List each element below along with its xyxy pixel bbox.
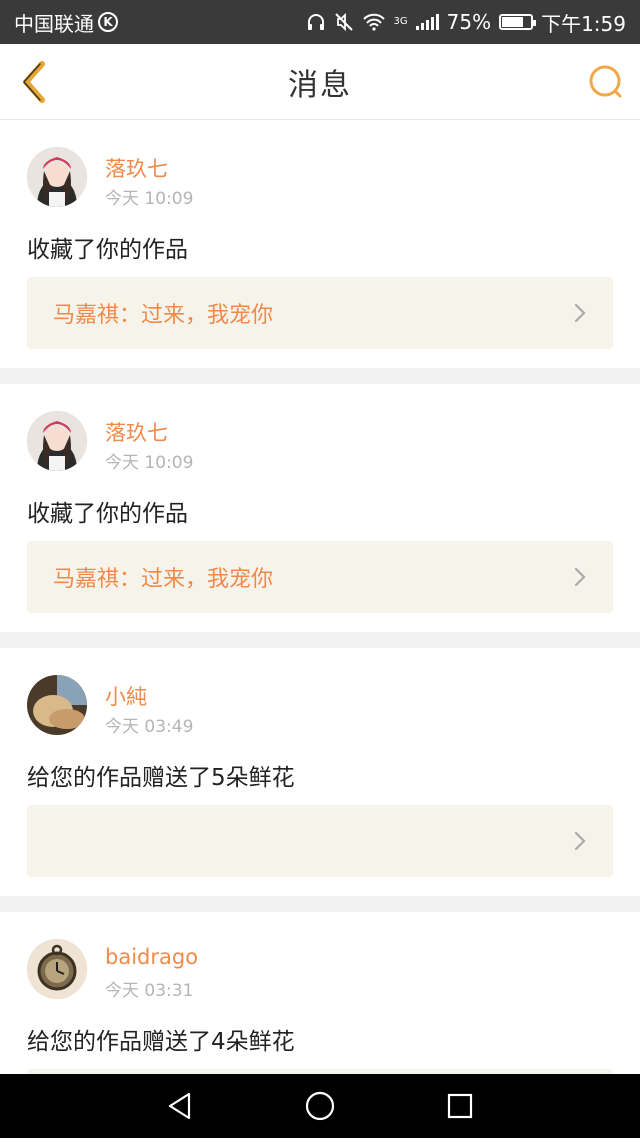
username[interactable]: 落玖七 — [105, 153, 168, 183]
network-type: 3G — [393, 15, 408, 27]
girl-avatar-icon — [27, 411, 87, 471]
work-title: 马嘉祺：过来，我宠你 — [53, 303, 274, 328]
recents-nav-button[interactable] — [440, 1086, 480, 1126]
timestamp: 今天 10:09 — [105, 453, 194, 473]
avatar[interactable] — [27, 675, 87, 735]
work-title: 马嘉祺：过来，我宠你 — [53, 567, 274, 592]
action-text: 给您的作品赠送了5朵鲜花 — [27, 765, 295, 791]
back-triangle-icon — [168, 1092, 191, 1120]
avatar[interactable] — [27, 147, 87, 207]
chevron-right-icon — [574, 567, 586, 587]
separator — [0, 368, 640, 384]
separator — [0, 896, 640, 912]
username[interactable]: 落玖七 — [105, 417, 168, 447]
home-nav-button[interactable] — [300, 1086, 340, 1126]
work-link[interactable] — [27, 805, 613, 877]
timestamp: 今天 10:09 — [105, 189, 194, 209]
back-nav-button[interactable] — [160, 1086, 200, 1126]
message-item[interactable]: baidrago 今天 03:31 给您的作品赠送了4朵鲜花 — [0, 912, 640, 1074]
username[interactable]: 小純 — [105, 681, 147, 711]
girl-avatar-icon — [27, 147, 87, 207]
page-title: 消息 — [288, 67, 352, 103]
action-text: 给您的作品赠送了4朵鲜花 — [27, 1029, 295, 1055]
back-button[interactable] — [14, 58, 54, 106]
chevron-right-icon — [574, 831, 586, 851]
chevron-left-icon — [23, 61, 45, 103]
header: 消息 — [0, 44, 640, 120]
message-item[interactable]: 落玖七 今天 10:09 收藏了你的作品 马嘉祺：过来，我宠你 — [0, 120, 640, 368]
work-link[interactable]: 马嘉祺：过来，我宠你 — [27, 541, 613, 613]
action-text: 收藏了你的作品 — [27, 501, 188, 527]
system-nav-bar — [0, 1074, 640, 1138]
message-item[interactable]: 落玖七 今天 10:09 收藏了你的作品 马嘉祺：过来，我宠你 — [0, 384, 640, 632]
clock: 下午1:59 — [541, 11, 626, 36]
chevron-right-icon — [574, 303, 586, 323]
username[interactable]: baidrago — [105, 945, 198, 969]
action-text: 收藏了你的作品 — [27, 237, 188, 263]
recents-square-icon — [447, 1093, 473, 1119]
search-icon — [589, 65, 622, 98]
signal-icon — [415, 14, 439, 30]
status-bar: 中国联通 K 3G 75% 下午1:59 — [0, 0, 640, 44]
wifi-icon — [362, 13, 385, 31]
message-list[interactable]: 落玖七 今天 10:09 收藏了你的作品 马嘉祺：过来，我宠你 落玖七 今天 1… — [0, 120, 640, 1074]
search-button[interactable] — [586, 62, 626, 102]
battery-percent: 75% — [446, 10, 492, 34]
photo-avatar-icon — [27, 675, 87, 735]
timestamp: 今天 03:31 — [105, 981, 194, 1001]
carrier-badge-icon: K — [98, 12, 118, 32]
mute-icon — [334, 12, 353, 32]
message-item[interactable]: 小純 今天 03:49 给您的作品赠送了5朵鲜花 — [0, 648, 640, 896]
separator — [0, 632, 640, 648]
avatar[interactable] — [27, 939, 87, 999]
avatar[interactable] — [27, 411, 87, 471]
carrier-name: 中国联通 — [14, 11, 94, 36]
headphones-icon — [307, 14, 324, 30]
home-circle-icon — [305, 1091, 335, 1121]
pocket-watch-avatar-icon — [27, 939, 87, 999]
work-link[interactable]: 马嘉祺：过来，我宠你 — [27, 277, 613, 349]
timestamp: 今天 03:49 — [105, 717, 194, 737]
battery-icon — [499, 14, 537, 30]
